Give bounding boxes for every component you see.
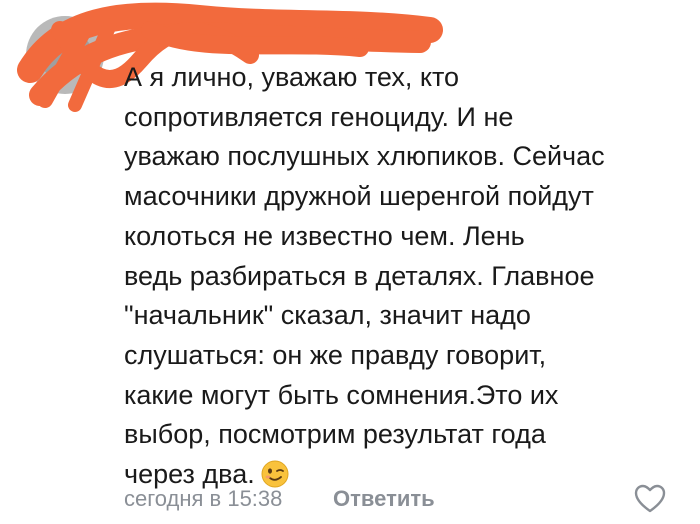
comment-screen: Л А я лично, уважаю тех, кто сопротивляе… <box>0 0 700 524</box>
reply-button[interactable]: Ответить <box>333 486 435 512</box>
avatar[interactable] <box>26 16 104 94</box>
comment-text: А я лично, уважаю тех, кто сопротивляетс… <box>124 58 684 495</box>
winking-face-icon <box>261 460 289 488</box>
comment-timestamp: сегодня в 15:38 <box>124 486 283 511</box>
comment-body: А я лично, уважаю тех, кто сопротивляетс… <box>124 62 605 490</box>
heart-outline-icon[interactable] <box>634 484 666 514</box>
author-name[interactable]: Л <box>124 30 138 56</box>
